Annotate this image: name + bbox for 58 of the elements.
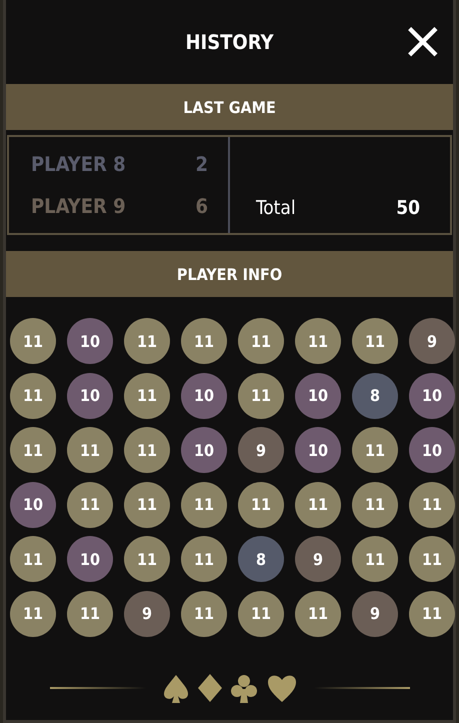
score-bubble: 11 xyxy=(352,482,398,528)
score-bubble: 10 xyxy=(67,372,113,418)
score-bubble: 10 xyxy=(295,372,341,418)
score-bubble: 11 xyxy=(295,482,341,528)
score-bubble: 11 xyxy=(10,536,56,582)
score-bubble: 11 xyxy=(409,482,455,528)
score-bubble: 11 xyxy=(238,482,284,528)
close-button[interactable]: × xyxy=(401,20,443,62)
score-bubble: 10 xyxy=(409,372,455,418)
window-title: HISTORY xyxy=(185,30,274,54)
score-bubble: 11 xyxy=(238,590,284,636)
score-bubble: 11 xyxy=(181,318,227,364)
score-bubble: 11 xyxy=(124,427,170,473)
score-bubble: 11 xyxy=(10,372,56,418)
score-bubble: 11 xyxy=(124,318,170,364)
score-bubble: 9 xyxy=(295,536,341,582)
score-bubble: 9 xyxy=(409,318,455,364)
score-bubble: 10 xyxy=(10,482,56,528)
score-bubble: 11 xyxy=(238,372,284,418)
score-bubble: 11 xyxy=(124,372,170,418)
score-bubble: 11 xyxy=(124,482,170,528)
score-bubble: 9 xyxy=(352,590,398,636)
score-bubble: 11 xyxy=(67,482,113,528)
section-header: LAST GAME xyxy=(6,84,453,130)
player-score: 6 xyxy=(195,194,208,218)
section-header: PLAYER INFO xyxy=(6,251,453,297)
score-bubble: 11 xyxy=(67,427,113,473)
score-bubble: 10 xyxy=(67,318,113,364)
score-bubble: 11 xyxy=(10,427,56,473)
score-bubble: 11 xyxy=(295,318,341,364)
score-bubble: 11 xyxy=(352,536,398,582)
score-bubble: 8 xyxy=(352,372,398,418)
total-value: 50 xyxy=(396,197,420,219)
score-bubble: 11 xyxy=(10,318,56,364)
score-bubble: 9 xyxy=(238,427,284,473)
score-bubble: 11 xyxy=(181,590,227,636)
score-bubble: 8 xyxy=(238,536,284,582)
score-bubble: 11 xyxy=(409,590,455,636)
score-bubble: 11 xyxy=(124,536,170,582)
player-name: PLAYER 9 xyxy=(31,194,126,218)
score-bubble: 11 xyxy=(238,318,284,364)
score-bubble: 11 xyxy=(352,427,398,473)
score-bubble: 11 xyxy=(181,482,227,528)
score-bubble: 10 xyxy=(181,427,227,473)
score-bubble: 10 xyxy=(295,427,341,473)
score-bubble: 11 xyxy=(295,590,341,636)
score-bubble: 11 xyxy=(10,590,56,636)
player-score: 2 xyxy=(195,152,208,176)
score-bubble: 11 xyxy=(352,318,398,364)
score-bubble: 10 xyxy=(181,372,227,418)
score-bubble: 11 xyxy=(67,590,113,636)
player-name: PLAYER 8 xyxy=(31,152,126,176)
score-bubble: 9 xyxy=(124,590,170,636)
score-bubble: 10 xyxy=(409,427,455,473)
score-bubble: 10 xyxy=(67,536,113,582)
total-label: Total xyxy=(256,197,296,219)
score-bubble: 11 xyxy=(409,536,455,582)
score-bubble: 11 xyxy=(181,536,227,582)
